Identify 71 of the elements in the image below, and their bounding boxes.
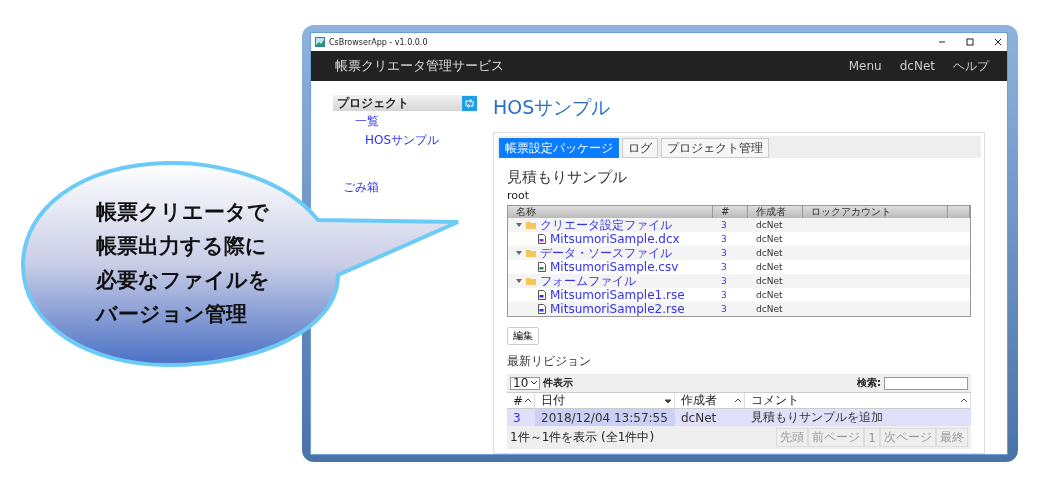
revision-row[interactable]: 3 2018/12/04 13:57:55 dcNet 見積もりサンプルを追加	[507, 409, 971, 426]
trash-link[interactable]: ごみ箱	[333, 179, 379, 196]
nav-link[interactable]: Menu	[848, 59, 882, 73]
sidebar-heading: プロジェクト	[337, 94, 409, 112]
table-cell-text: 3	[512, 409, 522, 426]
callout-text: 帳票クリエータで	[96, 199, 269, 226]
callout-text: バージョン管理	[96, 301, 247, 328]
table-cell: 2018/12/04 13:57:55	[535, 409, 675, 426]
sidebar-link[interactable]: HOSサンプル	[333, 132, 440, 149]
app-icon	[315, 37, 325, 47]
file-link[interactable]: MitsumoriSample1.rse	[550, 288, 685, 302]
sort-icon	[525, 397, 531, 404]
expand-arrow-icon[interactable]	[516, 250, 522, 256]
close-icon[interactable]	[993, 37, 1003, 47]
table-info: 1件～1件を表示 (全1件中)	[510, 429, 655, 446]
sort-icon	[735, 397, 741, 404]
revision-link[interactable]: 3	[713, 234, 748, 244]
callout-text: 帳票出力する際に	[96, 233, 267, 260]
expand-arrow-icon[interactable]	[516, 222, 522, 228]
maximize-icon[interactable]	[965, 37, 975, 47]
file-link[interactable]: データ・ソースファイル	[540, 246, 672, 260]
app-brand[interactable]: 帳票クリエータ管理サービス	[335, 57, 849, 75]
column-header[interactable]: 日付	[535, 393, 675, 408]
file-link[interactable]: フォームファイル	[540, 274, 636, 288]
table-cell-text: dcNet	[680, 409, 718, 426]
caret-icon	[531, 380, 537, 386]
callout-text: 必要なファイルを	[96, 267, 270, 294]
table-cell-text: dcNet	[755, 220, 784, 230]
section-title: 最新リビジョン	[507, 353, 592, 370]
file-link[interactable]: MitsumoriSample.dcx	[550, 232, 680, 246]
column-header[interactable]: コメント	[745, 393, 971, 408]
edit-button[interactable]: 編集	[507, 327, 539, 345]
package-title: 見積もりサンプル	[507, 168, 628, 187]
sync-icon[interactable]	[462, 95, 477, 111]
sort-icon	[665, 397, 671, 404]
sort-icon	[961, 397, 967, 404]
folder-icon	[526, 221, 536, 229]
table-cell-text: dcNet	[755, 276, 784, 286]
page-size-select[interactable]: 10	[510, 376, 540, 390]
expand-arrow-icon[interactable]	[516, 278, 522, 284]
tab[interactable]: ログ	[622, 138, 658, 158]
folder-icon	[526, 277, 536, 285]
search-field[interactable]	[884, 376, 968, 390]
table-cell-text: dcNet	[755, 248, 784, 258]
tab[interactable]: プロジェクト管理	[661, 138, 769, 158]
nav-link[interactable]: dcNet	[899, 59, 935, 73]
page-size-label: 件表示	[543, 376, 573, 390]
column-header[interactable]: 作成者	[675, 393, 745, 408]
window-title: CsBrowserApp - v1.0.0.0	[329, 37, 429, 47]
file-link[interactable]: クリエータ設定ファイル	[540, 218, 672, 232]
table-cell-text: dcNet	[755, 234, 784, 244]
page-title: HOSサンプル	[493, 95, 612, 120]
file-link[interactable]: MitsumoriSample2.rse	[550, 302, 685, 316]
folder-path: root	[507, 189, 531, 202]
revision-link[interactable]: 3	[713, 276, 748, 286]
table-cell-text: dcNet	[755, 290, 784, 300]
column-header[interactable]: #	[507, 393, 535, 408]
revision-link[interactable]: 3	[713, 248, 748, 258]
table-cell-text: dcNet	[755, 262, 784, 272]
table-cell-text: 見積もりサンプルを追加	[750, 409, 884, 426]
revision-link[interactable]: 3	[713, 220, 748, 230]
revision-link[interactable]: 3	[713, 304, 748, 314]
revision-link[interactable]: 3	[713, 290, 748, 300]
file-link[interactable]: MitsumoriSample.csv	[550, 260, 679, 274]
sidebar-link[interactable]: 一覧	[333, 113, 379, 130]
tab[interactable]: 帳票設定パッケージ	[499, 138, 619, 158]
search-label: 検索:	[857, 376, 881, 390]
revision-link[interactable]: 3	[713, 262, 748, 272]
folder-icon	[526, 249, 536, 257]
table-cell-text: dcNet	[755, 304, 784, 314]
nav-link[interactable]: ヘルプ	[953, 57, 989, 75]
